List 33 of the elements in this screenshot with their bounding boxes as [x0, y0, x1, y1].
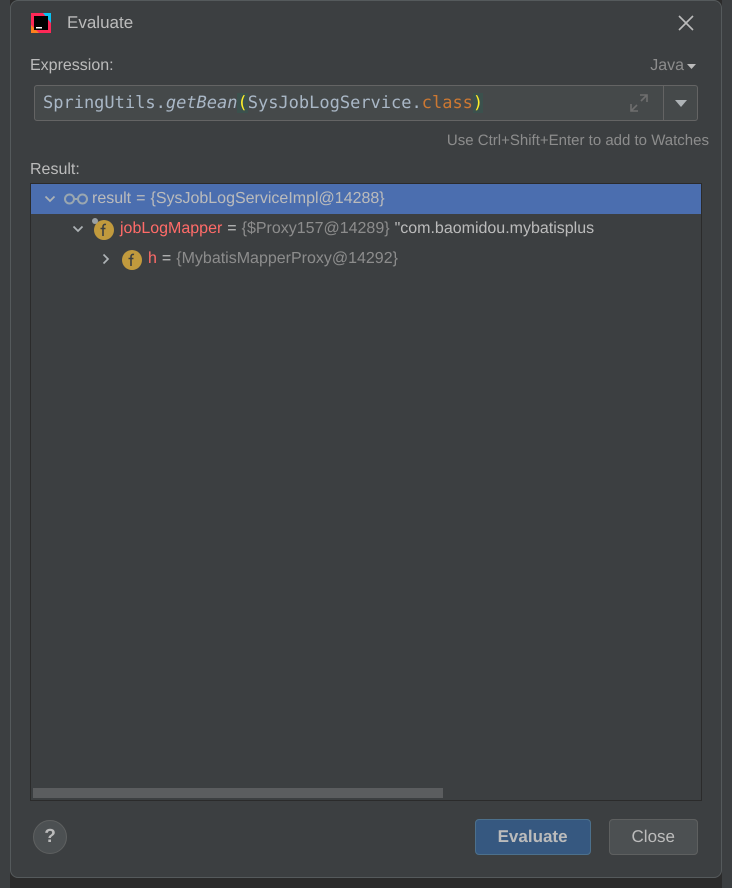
close-button[interactable]: Close: [608, 819, 698, 855]
field-icon: [119, 247, 143, 271]
glasses-icon: [63, 193, 89, 205]
variable-name: h: [148, 250, 157, 268]
field-final-icon: [91, 217, 115, 241]
expression-field[interactable]: SpringUtils.getBean(SysJobLogService.class): [34, 85, 698, 121]
variable-detail: "com.baomidou.mybatisplus: [394, 220, 594, 238]
caret-icon[interactable]: [687, 64, 696, 68]
variable-value: {$Proxy157@14289}: [242, 220, 390, 238]
equals-sign: =: [226, 220, 238, 238]
expression-label: Expression:: [30, 57, 114, 75]
horizontal-scrollbar[interactable]: [33, 788, 443, 798]
close-icon[interactable]: [678, 15, 694, 31]
chevron-down-icon[interactable]: [44, 193, 56, 205]
variable-value: {MybatisMapperProxy@14292}: [176, 250, 398, 268]
variable-value: {SysJobLogServiceImpl@14288}: [150, 190, 385, 208]
tree-row[interactable]: result = {SysJobLogServiceImpl@14288}: [31, 184, 701, 214]
watches-hint: Use Ctrl+Shift+Enter to add to Watches: [446, 132, 709, 149]
chevron-down-icon[interactable]: [72, 223, 84, 235]
variable-name: result: [92, 190, 132, 208]
chevron-right-icon[interactable]: [100, 253, 112, 265]
window-title: Evaluate: [67, 13, 134, 33]
caret-icon[interactable]: [674, 100, 686, 106]
app-logo-icon: [29, 11, 53, 35]
evaluate-button[interactable]: Evaluate: [474, 819, 591, 855]
language-dropdown[interactable]: Java: [650, 57, 702, 75]
equals-sign: =: [135, 190, 146, 208]
result-label: Result:: [30, 161, 81, 179]
variable-name: jobLogMapper: [120, 220, 222, 238]
tree-row[interactable]: jobLogMapper = {$Proxy157@14289} "com.baomidou.mybatisplus: [31, 214, 701, 244]
tree-row[interactable]: h = {MybatisMapperProxy@14292}: [31, 244, 701, 274]
equals-sign: =: [160, 250, 172, 268]
help-button[interactable]: ?: [33, 820, 67, 854]
